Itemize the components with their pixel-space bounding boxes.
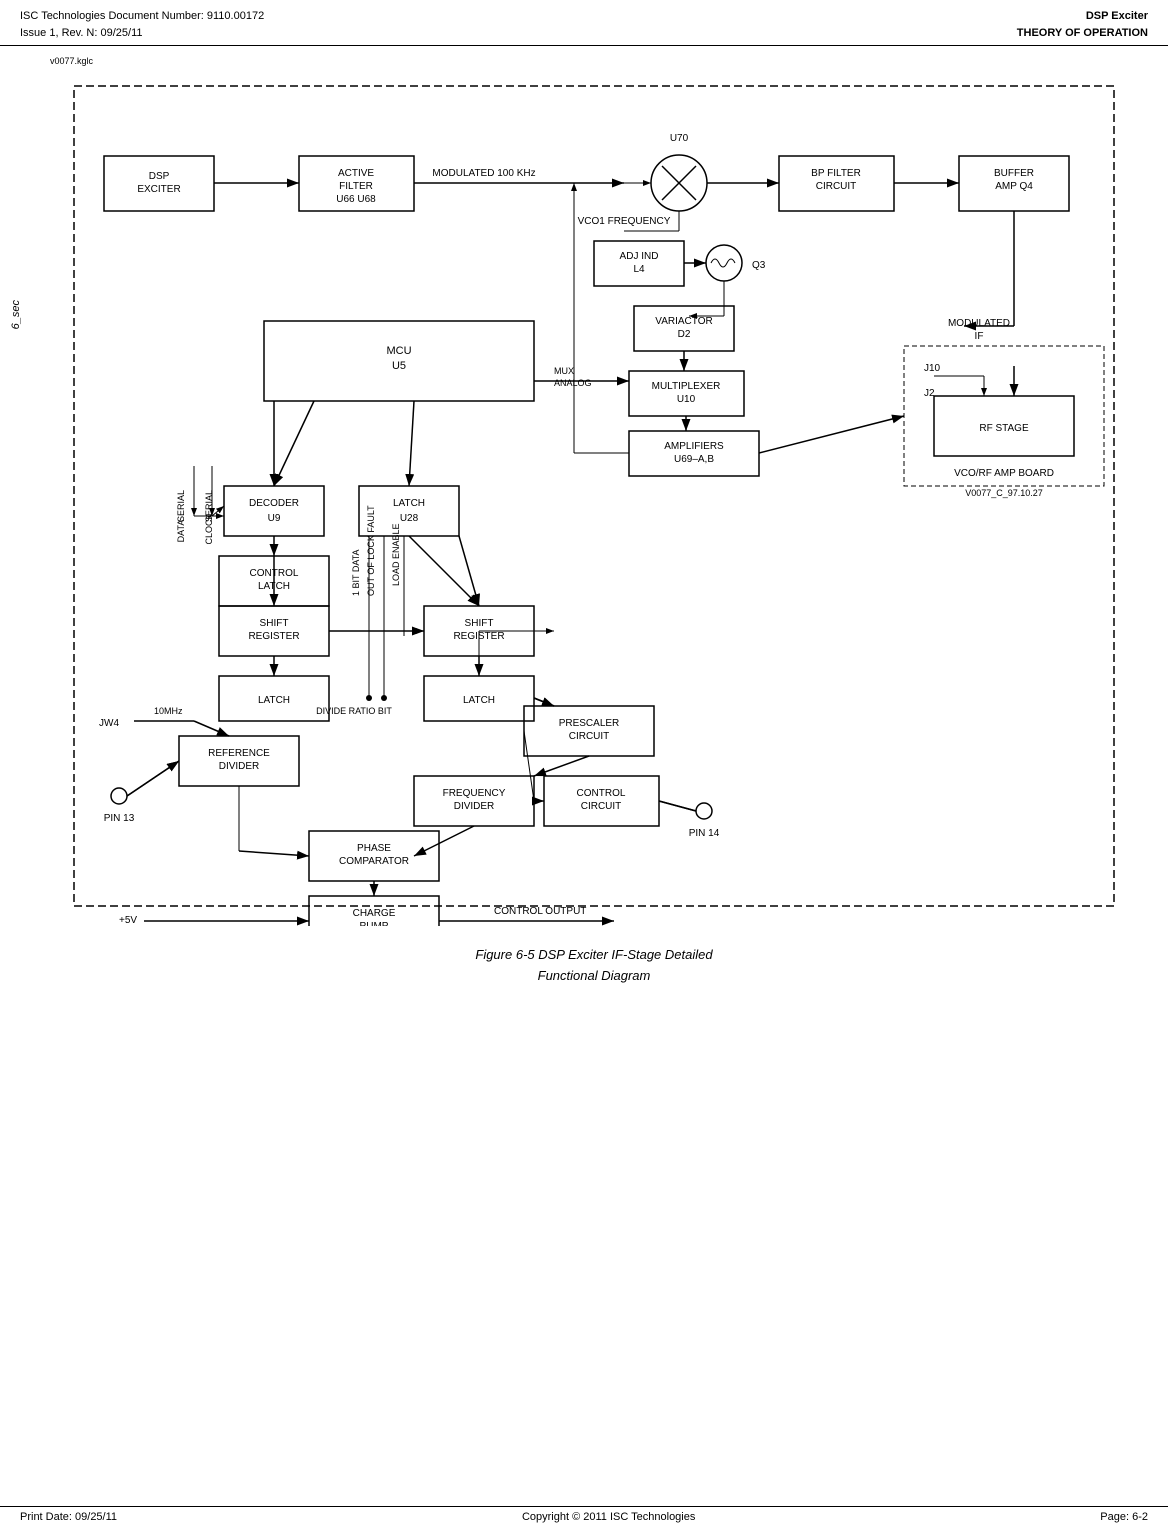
svg-text:CIRCUIT: CIRCUIT	[581, 801, 622, 812]
svg-text:U70: U70	[670, 133, 689, 144]
svg-text:CIRCUIT: CIRCUIT	[816, 181, 857, 192]
svg-text:SERIAL: SERIAL	[176, 490, 186, 522]
svg-text:PRESCALER: PRESCALER	[559, 718, 620, 729]
svg-text:OUT OF LOCK FAULT: OUT OF LOCK FAULT	[366, 505, 376, 596]
svg-text:U10: U10	[677, 394, 696, 405]
svg-text:SHIFT: SHIFT	[260, 618, 289, 629]
main-content: v0077.kglc DSP EXCITER ACTIVE FILTER U66…	[0, 46, 1168, 1057]
svg-text:L4: L4	[633, 264, 645, 275]
svg-text:MCU: MCU	[386, 345, 411, 357]
svg-text:U28: U28	[400, 513, 419, 524]
svg-text:DIVIDER: DIVIDER	[454, 801, 495, 812]
svg-text:DIVIDER: DIVIDER	[219, 761, 260, 772]
header-title2: THEORY OF OPERATION	[1017, 25, 1148, 42]
svg-text:CHARGE: CHARGE	[353, 908, 396, 919]
svg-text:JW4: JW4	[99, 718, 119, 729]
svg-text:J2: J2	[924, 388, 935, 399]
svg-text:LATCH: LATCH	[258, 695, 290, 706]
svg-text:ANALOG: ANALOG	[554, 378, 592, 388]
file-ref: v0077.kglc	[50, 56, 1148, 66]
svg-text:10MHz: 10MHz	[154, 706, 183, 716]
svg-text:PHASE: PHASE	[357, 843, 391, 854]
svg-text:VARIACTOR: VARIACTOR	[655, 316, 712, 327]
svg-text:DIVIDE RATIO BIT: DIVIDE RATIO BIT	[316, 706, 392, 716]
svg-text:DSP: DSP	[149, 171, 170, 182]
footer-print-date: Print Date: 09/25/11	[20, 1511, 117, 1523]
svg-text:MODULATED: MODULATED	[948, 318, 1010, 329]
diagram-container: DSP EXCITER ACTIVE FILTER U66 U68 MODULA…	[64, 76, 1124, 987]
svg-text:PUMP: PUMP	[360, 921, 389, 926]
svg-text:REFERENCE: REFERENCE	[208, 748, 270, 759]
figure-caption-line1: Figure 6-5 DSP Exciter IF-Stage Detailed	[64, 945, 1124, 966]
header-doc-number: ISC Technologies Document Number: 9110.0…	[20, 8, 264, 25]
svg-text:FILTER: FILTER	[339, 181, 373, 192]
svg-text:MUX: MUX	[554, 366, 574, 376]
svg-text:Q3: Q3	[752, 260, 766, 271]
svg-text:EXCITER: EXCITER	[137, 184, 180, 195]
svg-text:U69–A,B: U69–A,B	[674, 454, 714, 465]
svg-text:LATCH: LATCH	[393, 498, 425, 509]
svg-text:ACTIVE: ACTIVE	[338, 168, 374, 179]
svg-text:PIN 14: PIN 14	[689, 828, 720, 839]
svg-text:COMPARATOR: COMPARATOR	[339, 856, 409, 867]
svg-text:IF: IF	[975, 331, 984, 342]
svg-text:RF STAGE: RF STAGE	[979, 423, 1029, 434]
svg-text:D2: D2	[678, 329, 691, 340]
svg-text:U66 U68: U66 U68	[336, 194, 376, 205]
side-label: 6_sec	[10, 300, 22, 329]
svg-text:MULTIPLEXER: MULTIPLEXER	[652, 381, 721, 392]
page-header: ISC Technologies Document Number: 9110.0…	[0, 0, 1168, 46]
svg-text:CONTROL: CONTROL	[577, 788, 626, 799]
figure-caption-line2: Functional Diagram	[64, 966, 1124, 987]
footer-copyright: Copyright © 2011 ISC Technologies	[522, 1511, 695, 1523]
svg-text:FREQUENCY: FREQUENCY	[443, 788, 506, 799]
svg-text:VCO/RF AMP BOARD: VCO/RF AMP BOARD	[954, 468, 1054, 479]
svg-text:CIRCUIT: CIRCUIT	[569, 731, 610, 742]
svg-text:CONTROL OUTPUT: CONTROL OUTPUT	[494, 906, 586, 917]
figure-caption: Figure 6-5 DSP Exciter IF-Stage Detailed…	[64, 945, 1124, 987]
functional-diagram: DSP EXCITER ACTIVE FILTER U66 U68 MODULA…	[64, 76, 1124, 926]
header-title1: DSP Exciter	[1017, 8, 1148, 25]
svg-text:DECODER: DECODER	[249, 498, 299, 509]
svg-text:LATCH: LATCH	[463, 695, 495, 706]
svg-text:BUFFER: BUFFER	[994, 168, 1034, 179]
svg-text:REGISTER: REGISTER	[248, 631, 299, 642]
header-left: ISC Technologies Document Number: 9110.0…	[20, 8, 264, 41]
header-issue: Issue 1, Rev. N: 09/25/11	[20, 25, 264, 42]
svg-text:MODULATED 100 KHz: MODULATED 100 KHz	[432, 168, 535, 179]
svg-text:PIN 13: PIN 13	[104, 813, 135, 824]
svg-text:1 BIT DATA: 1 BIT DATA	[351, 549, 361, 596]
svg-text:U9: U9	[268, 513, 281, 524]
svg-text:ADJ IND: ADJ IND	[620, 251, 659, 262]
svg-text:BP FILTER: BP FILTER	[811, 168, 861, 179]
svg-text:AMP Q4: AMP Q4	[995, 181, 1033, 192]
svg-text:U5: U5	[392, 360, 406, 372]
svg-text:+5V: +5V	[119, 915, 137, 926]
svg-text:DATA: DATA	[176, 520, 186, 543]
svg-text:VCO1 FREQUENCY: VCO1 FREQUENCY	[578, 216, 671, 227]
svg-text:AMPLIFIERS: AMPLIFIERS	[664, 441, 724, 452]
footer-page-number: Page: 6-2	[1100, 1511, 1148, 1523]
svg-text:CLOCK: CLOCK	[204, 513, 214, 544]
svg-text:J10: J10	[924, 363, 941, 374]
page-footer: Print Date: 09/25/11 Copyright © 2011 IS…	[0, 1506, 1168, 1527]
svg-text:LOAD ENABLE: LOAD ENABLE	[391, 523, 401, 586]
svg-text:SHIFT: SHIFT	[465, 618, 494, 629]
svg-text:V0077_C_97.10.27: V0077_C_97.10.27	[965, 488, 1043, 498]
header-right: DSP Exciter THEORY OF OPERATION	[1017, 8, 1148, 41]
